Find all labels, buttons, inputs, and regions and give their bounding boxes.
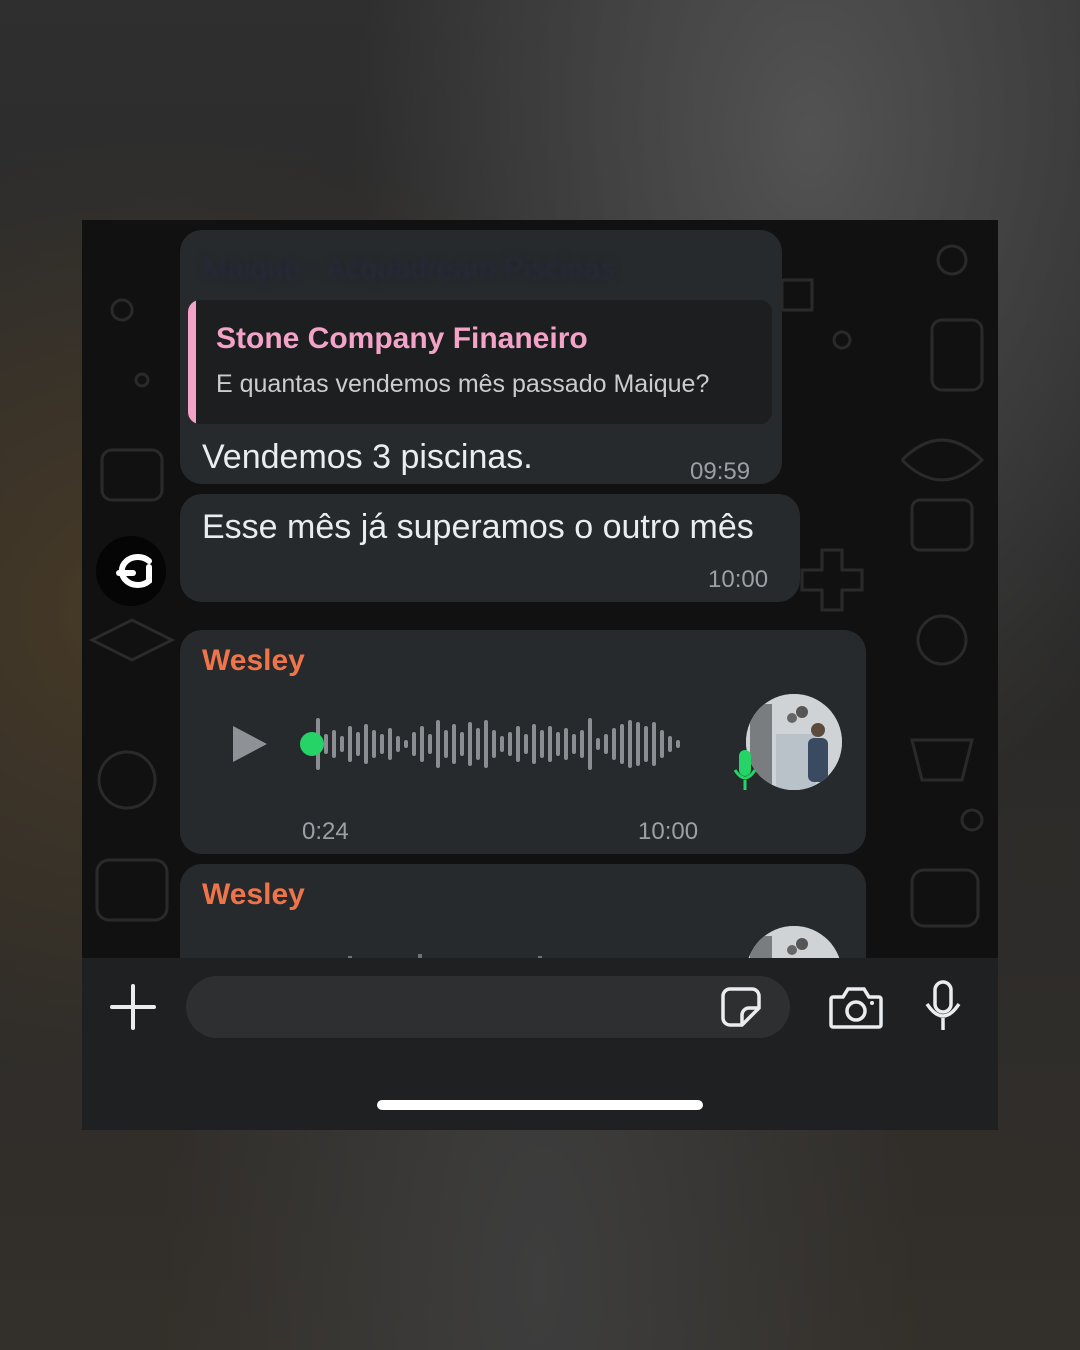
voice-message-bubble[interactable]: Wesley	[180, 630, 866, 854]
attach-button[interactable]	[108, 982, 158, 1032]
camera-button[interactable]	[828, 982, 884, 1032]
message-input[interactable]	[186, 976, 790, 1038]
play-icon	[233, 726, 267, 762]
quoted-sender-name: Stone Company Finaneiro	[216, 322, 588, 355]
message-bubble-reply[interactable]: Maique - Acquadream Piscinas Stone Compa…	[180, 230, 782, 485]
home-indicator[interactable]	[377, 1100, 703, 1110]
mic-badge	[732, 748, 758, 794]
sticker-button[interactable]	[718, 984, 764, 1030]
sender-avatar[interactable]	[746, 926, 842, 958]
microphone-icon	[733, 750, 757, 790]
company-logo-icon	[116, 554, 152, 588]
message-bubble[interactable]: Esse mês já superamos o outro mês 10:00	[180, 494, 800, 602]
message-time: 10:00	[638, 818, 699, 845]
sender-avatar[interactable]	[746, 694, 842, 790]
quoted-text: E quantas vendemos mês passado Maique?	[216, 370, 710, 398]
message-time: 09:59	[690, 458, 751, 485]
playhead-dot	[300, 732, 324, 756]
avatar-photo	[746, 926, 842, 958]
voice-duration: 0:24	[302, 818, 349, 845]
voice-message-bubble[interactable]: Wesley	[180, 864, 866, 958]
quoted-message[interactable]: Stone Company Finaneiro E quantas vendem…	[188, 300, 772, 424]
microphone-icon	[925, 980, 961, 1030]
message-text: Esse mês já superamos o outro mês	[202, 508, 754, 546]
camera-icon	[829, 987, 883, 1029]
plus-icon	[110, 984, 156, 1030]
quote-accent-bar	[188, 300, 196, 424]
sender-name: Wesley	[202, 878, 305, 911]
avatar-photo	[746, 694, 842, 790]
message-text: Vendemos 3 piscinas.	[202, 438, 533, 476]
hidden-sender-name: Maique - Acquadream Piscinas	[202, 252, 616, 285]
sender-name: Wesley	[202, 644, 305, 677]
play-button[interactable]	[228, 722, 272, 766]
contact-logo-avatar[interactable]	[96, 536, 166, 606]
composer-bar	[82, 958, 998, 1130]
message-time: 10:00	[708, 566, 769, 593]
sticker-icon	[721, 987, 761, 1027]
voice-record-button[interactable]	[920, 978, 966, 1036]
chat-area[interactable]: Maique - Acquadream Piscinas Stone Compa…	[82, 220, 998, 958]
waveform	[348, 954, 542, 958]
waveform[interactable]	[298, 714, 698, 774]
phone-screen: Maique - Acquadream Piscinas Stone Compa…	[82, 220, 998, 1130]
